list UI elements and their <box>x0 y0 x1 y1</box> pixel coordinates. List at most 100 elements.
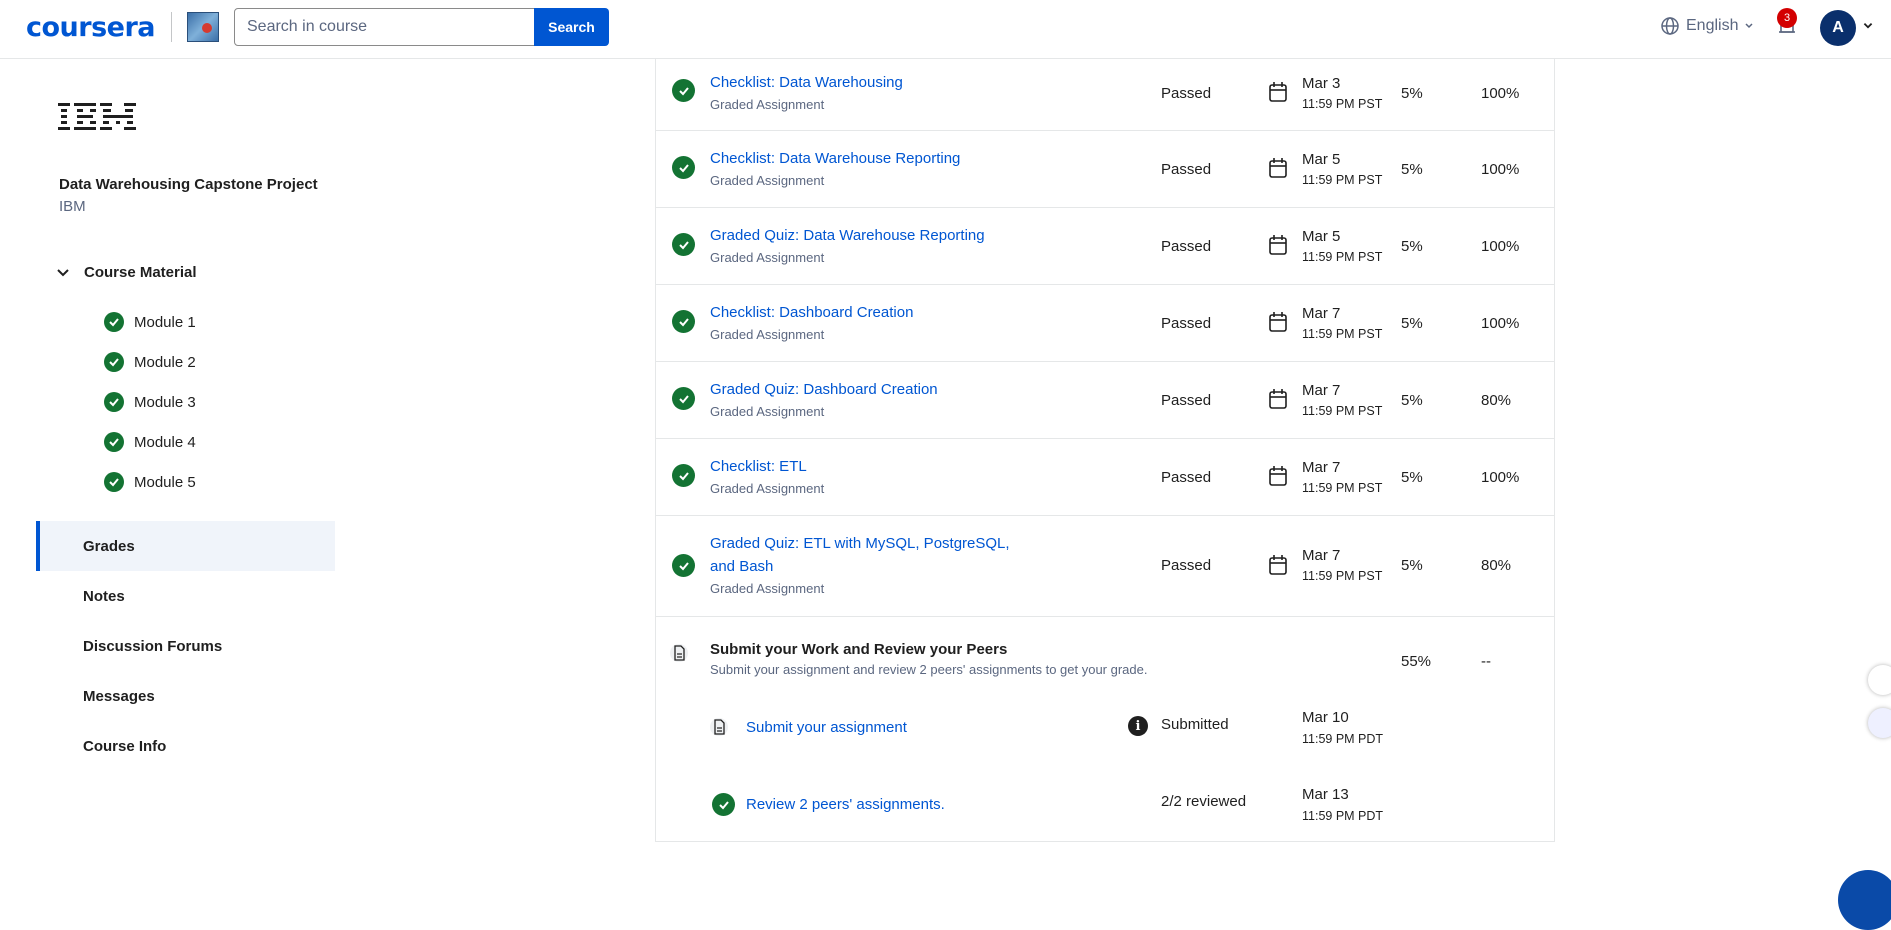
grade-value: 100% <box>1481 469 1520 486</box>
check-icon <box>672 464 695 487</box>
chat-icon[interactable] <box>1838 870 1891 930</box>
sidebar-item-discussion-forums[interactable]: Discussion Forums <box>36 621 335 671</box>
check-icon <box>104 472 124 492</box>
table-row: Graded Quiz: Data Warehouse Reporting Gr… <box>656 208 1554 285</box>
globe-icon <box>1661 17 1679 35</box>
check-icon <box>712 793 735 816</box>
logo-divider <box>171 12 172 42</box>
check-icon <box>672 554 695 577</box>
chevron-down-icon[interactable] <box>1862 20 1874 32</box>
sidebar-item-notes[interactable]: Notes <box>36 571 335 621</box>
assignment-link[interactable]: Checklist: Data Warehousing <box>710 71 903 94</box>
assignment-type: Graded Assignment <box>710 327 825 342</box>
table-row: Checklist: Data Warehouse Reporting Grad… <box>656 131 1554 208</box>
status-text: Passed <box>1161 315 1212 332</box>
module-label: Module 1 <box>134 313 196 331</box>
sidebar-item-messages[interactable]: Messages <box>36 671 335 721</box>
assignment-type: Graded Assignment <box>710 404 825 419</box>
module-label: Module 5 <box>134 473 196 491</box>
calendar-icon <box>1269 555 1287 575</box>
weight-value: 5% <box>1401 469 1423 486</box>
check-icon <box>672 310 695 333</box>
check-icon <box>672 233 695 256</box>
peer-section-subtitle: Submit your assignment and review 2 peer… <box>710 662 1148 677</box>
language-selector[interactable]: English <box>1660 16 1754 36</box>
assignment-link[interactable]: Checklist: Dashboard Creation <box>710 301 913 324</box>
due-time: 11:59 PM PST <box>1302 97 1383 111</box>
due-date: Mar 7 <box>1302 382 1341 399</box>
notification-badge: 3 <box>1777 8 1797 28</box>
check-icon <box>672 79 695 102</box>
floating-assistant-icon[interactable] <box>1868 708 1891 738</box>
status-text: Passed <box>1161 85 1212 102</box>
peer-section-title: Submit your Work and Review your Peers <box>710 641 1008 658</box>
due-date: Mar 13 <box>1302 786 1349 803</box>
assignment-type: Graded Assignment <box>710 481 825 496</box>
avatar[interactable]: A <box>1820 10 1856 46</box>
assignment-link[interactable]: Checklist: Data Warehouse Reporting <box>710 147 960 170</box>
course-material-toggle[interactable]: Course Material <box>56 264 197 281</box>
floating-tool-icon[interactable] <box>1868 665 1891 695</box>
course-org: IBM <box>59 198 86 215</box>
sidebar-item-module-5[interactable]: Module 5 <box>104 472 196 492</box>
module-label: Module 2 <box>134 353 196 371</box>
calendar-icon <box>1269 158 1287 178</box>
coursera-logo[interactable]: coursera <box>26 12 156 43</box>
due-date: Mar 5 <box>1302 151 1341 168</box>
assignment-type: Graded Assignment <box>710 250 825 265</box>
weight-value: 5% <box>1401 315 1423 332</box>
submit-assignment-link[interactable]: Submit your assignment <box>746 716 907 739</box>
sidebar-item-module-2[interactable]: Module 2 <box>104 352 196 372</box>
check-icon <box>104 312 124 332</box>
sidebar-item-module-3[interactable]: Module 3 <box>104 392 196 412</box>
sidebar-item-grades[interactable]: Grades <box>36 521 335 571</box>
due-time: 11:59 PM PST <box>1302 481 1383 495</box>
check-icon <box>104 352 124 372</box>
chevron-down-icon <box>57 268 69 276</box>
course-material-label: Course Material <box>84 264 197 281</box>
grade-value: 100% <box>1481 161 1520 178</box>
grade-value: 80% <box>1481 392 1512 409</box>
due-time: 11:59 PM PST <box>1302 173 1383 187</box>
check-icon <box>104 392 124 412</box>
table-row: Graded Quiz: Dashboard Creation Graded A… <box>656 362 1554 439</box>
module-label: Module 4 <box>134 433 196 451</box>
due-date: Mar 5 <box>1302 228 1341 245</box>
grade-value: -- <box>1481 653 1491 670</box>
document-icon <box>670 644 688 662</box>
search-input[interactable]: Search in course <box>234 8 535 46</box>
sidebar-item-module-1[interactable]: Module 1 <box>104 312 196 332</box>
partner-badge-icon[interactable] <box>187 12 219 42</box>
assignment-type: Graded Assignment <box>710 97 825 112</box>
check-icon <box>104 432 124 452</box>
status-text: Passed <box>1161 238 1212 255</box>
assignment-link[interactable]: Graded Quiz: Data Warehouse Reporting <box>710 224 985 247</box>
sidebar-item-course-info[interactable]: Course Info <box>36 721 335 771</box>
status-text: 2/2 reviewed <box>1161 793 1247 810</box>
review-peers-link[interactable]: Review 2 peers' assignments. <box>746 793 945 816</box>
assignment-type: Graded Assignment <box>710 581 825 596</box>
sidebar-item-module-4[interactable]: Module 4 <box>104 432 196 452</box>
assignment-link[interactable]: Checklist: ETL <box>710 455 807 478</box>
weight-value: 5% <box>1401 392 1423 409</box>
assignment-link-line2[interactable]: and Bash <box>710 555 773 578</box>
language-label: English <box>1686 17 1739 34</box>
status-text: Submitted <box>1161 716 1229 733</box>
due-date: Mar 7 <box>1302 305 1341 322</box>
weight-value: 5% <box>1401 161 1423 178</box>
assignment-link[interactable]: Graded Quiz: Dashboard Creation <box>710 378 938 401</box>
due-time: 11:59 PM PST <box>1302 404 1383 418</box>
grade-value: 100% <box>1481 85 1520 102</box>
weight-value: 5% <box>1401 557 1423 574</box>
search-button[interactable]: Search <box>534 8 609 46</box>
table-row: Graded Quiz: ETL with MySQL, PostgreSQL,… <box>656 516 1554 617</box>
info-icon[interactable]: i <box>1128 716 1148 736</box>
calendar-icon <box>1269 312 1287 332</box>
assignment-link[interactable]: Graded Quiz: ETL with MySQL, PostgreSQL, <box>710 532 1010 555</box>
status-text: Passed <box>1161 557 1212 574</box>
calendar-icon <box>1269 82 1287 102</box>
grade-value: 100% <box>1481 315 1520 332</box>
table-row: Checklist: Dashboard Creation Graded Ass… <box>656 285 1554 362</box>
peer-review-section: Submit your Work and Review your Peers S… <box>656 617 1554 842</box>
due-date: Mar 3 <box>1302 75 1341 92</box>
